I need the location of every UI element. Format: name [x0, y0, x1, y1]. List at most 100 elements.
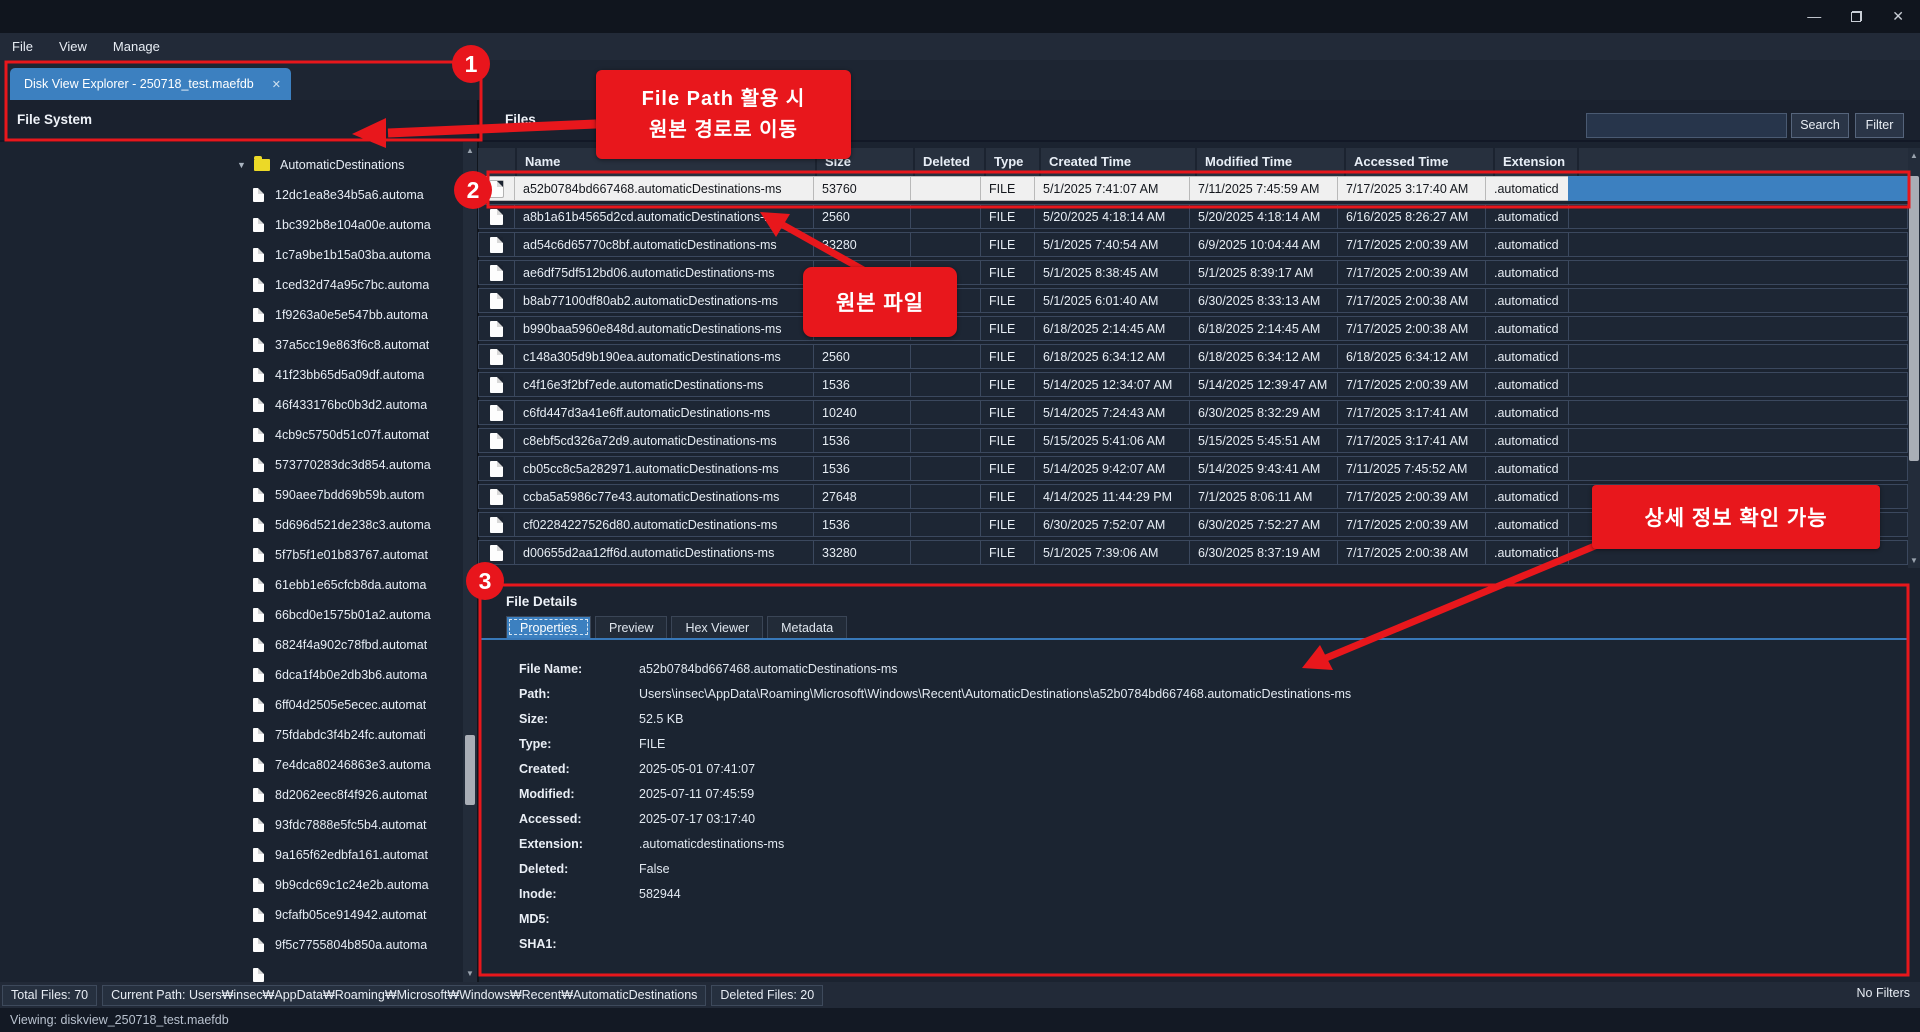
cell-accessed-time: 7/17/2025 2:00:39 AM — [1337, 484, 1486, 509]
menu-item-manage[interactable]: Manage — [113, 39, 160, 54]
tree-file-item[interactable]: 41f23bb65d5a09df.automa — [0, 360, 463, 390]
table-row[interactable]: b990baa5960e848d.automaticDestinations-m… — [478, 316, 1908, 341]
tree-file-item[interactable]: 1bc392b8e104a00e.automa — [0, 210, 463, 240]
callout-line: 원본 경로로 이동 — [649, 115, 798, 146]
table-row[interactable]: ae6df75df512bd06.automaticDestinations-m… — [478, 260, 1908, 285]
property-label: Inode: — [519, 887, 639, 901]
scroll-down-icon[interactable]: ▼ — [463, 969, 477, 978]
cell-accessed-time: 7/17/2025 3:17:41 AM — [1337, 428, 1486, 453]
tree-file-item[interactable]: 9cfafb05ce914942.automat — [0, 900, 463, 930]
tree-file-item[interactable]: 6824f4a902c78fbd.automat — [0, 630, 463, 660]
cell-name: a8b1a61b4565d2cd.automaticDestinations-m… — [514, 204, 814, 229]
tree-file-item[interactable]: 1c7a9be1b15a03ba.automa — [0, 240, 463, 270]
table-row[interactable]: ad54c6d65770c8bf.automaticDestinations-m… — [478, 232, 1908, 257]
column-header-type[interactable]: Type — [984, 148, 1039, 176]
scroll-down-icon[interactable]: ▼ — [1908, 556, 1920, 565]
status-segment: Total Files: 70 — [2, 985, 97, 1006]
window-controls: — ✕ — [1807, 0, 1920, 33]
status-bar: Total Files: 70Current Path: Users₩insec… — [0, 982, 1920, 1008]
tree-folder-row[interactable]: ▼ AutomaticDestinations — [0, 150, 463, 180]
details-tab-metadata[interactable]: Metadata — [767, 616, 847, 638]
tree-file-item[interactable]: 7e4dca80246863e3.automa — [0, 750, 463, 780]
cell-name: ad54c6d65770c8bf.automaticDestinations-m… — [514, 232, 814, 257]
tree-file-item[interactable]: 46f433176bc0b3d2.automa — [0, 390, 463, 420]
tree-file-item[interactable]: 6ff04d2505e5ecec.automat — [0, 690, 463, 720]
tree-scrollbar-thumb[interactable] — [465, 735, 475, 805]
column-header-modified-time[interactable]: Modified Time — [1195, 148, 1344, 176]
tree-file-label: 1bc392b8e104a00e.automa — [275, 218, 431, 232]
tree-file-item[interactable]: 5d696d521de238c3.automa — [0, 510, 463, 540]
tree-file-item[interactable]: 61ebb1e65cfcb8da.automa — [0, 570, 463, 600]
tree-file-label: 75fdabdc3f4b24fc.automati — [275, 728, 426, 742]
cell-created-time: 6/30/2025 7:52:07 AM — [1034, 512, 1190, 537]
table-row[interactable]: a8b1a61b4565d2cd.automaticDestinations-m… — [478, 204, 1908, 229]
tree-file-item[interactable]: 37a5cc19e863f6c8.automat — [0, 330, 463, 360]
tree-file-item[interactable]: 590aee7bdd69b59b.autom — [0, 480, 463, 510]
cell-extension: .automaticd — [1485, 204, 1569, 229]
cell-created-time: 4/14/2025 11:44:29 PM — [1034, 484, 1190, 509]
cell-deleted — [910, 484, 981, 509]
tree-file-item[interactable]: 9a165f62edbfa161.automat — [0, 840, 463, 870]
cell-modified-time: 5/14/2025 9:43:41 AM — [1189, 456, 1338, 481]
property-row: Modified: 2025-07-11 07:45:59 — [519, 781, 1908, 806]
tree-file-item[interactable]: 6dca1f4b0e2db3b6.automa — [0, 660, 463, 690]
cell-icon — [478, 512, 515, 537]
tree-file-item[interactable]: 75fdabdc3f4b24fc.automati — [0, 720, 463, 750]
minimize-icon[interactable]: — — [1807, 0, 1821, 33]
column-header-deleted[interactable]: Deleted — [913, 148, 984, 176]
cell-name: c148a305d9b190ea.automaticDestinations-m… — [514, 344, 814, 369]
tab-disk-view-explorer[interactable]: Disk View Explorer - 250718_test.maefdb … — [10, 68, 291, 100]
cell-size: 1536 — [813, 512, 911, 537]
file-icon — [253, 548, 264, 562]
tab-close-icon[interactable]: ✕ — [272, 78, 281, 91]
table-row[interactable]: c8ebf5cd326a72d9.automaticDestinations-m… — [478, 428, 1908, 453]
filter-button[interactable]: Filter — [1855, 113, 1904, 138]
cell-icon — [478, 316, 515, 341]
close-icon[interactable]: ✕ — [1892, 0, 1904, 33]
property-value: 2025-05-01 07:41:07 — [639, 762, 755, 776]
table-row[interactable]: c148a305d9b190ea.automaticDestinations-m… — [478, 344, 1908, 369]
tree-file-item[interactable]: 8d2062eec8f4f926.automat — [0, 780, 463, 810]
tree-scrollbar[interactable]: ▲ ▼ — [463, 142, 477, 982]
table-scrollbar[interactable]: ▲ ▼ — [1908, 148, 1920, 568]
cell-extension: .automaticd — [1485, 176, 1569, 201]
menu-item-file[interactable]: File — [12, 39, 33, 54]
property-label: Path: — [519, 687, 639, 701]
search-button[interactable]: Search — [1791, 113, 1849, 138]
column-header-accessed-time[interactable]: Accessed Time — [1344, 148, 1493, 176]
cell-icon — [478, 260, 515, 285]
search-input[interactable] — [1586, 113, 1787, 138]
column-header-created-time[interactable]: Created Time — [1039, 148, 1195, 176]
tree-file-item[interactable]: 66bcd0e1575b01a2.automa — [0, 600, 463, 630]
table-row[interactable]: cb05cc8c5a282971.automaticDestinations-m… — [478, 456, 1908, 481]
column-header-extension[interactable]: Extension — [1493, 148, 1577, 176]
cell-modified-time: 6/9/2025 10:04:44 AM — [1189, 232, 1338, 257]
details-tab-preview[interactable]: Preview — [595, 616, 667, 638]
table-row[interactable]: a52b0784bd667468.automaticDestinations-m… — [478, 176, 1908, 201]
tree-file-item[interactable]: 1ced32d74a95c7bc.automa — [0, 270, 463, 300]
scroll-up-icon[interactable]: ▲ — [1908, 151, 1920, 160]
file-icon — [253, 428, 264, 442]
tree-file-item[interactable]: 9b9cdc69c1c24e2b.automa — [0, 870, 463, 900]
table-row[interactable]: b8ab77100df80ab2.automaticDestinations-m… — [478, 288, 1908, 313]
tree-file-item[interactable]: 12dc1ea8e34b5a6.automa — [0, 180, 463, 210]
tree-file-item[interactable]: 93fdc7888e5fc5b4.automat — [0, 810, 463, 840]
menu-item-view[interactable]: View — [59, 39, 87, 54]
table-scrollbar-thumb[interactable] — [1909, 176, 1919, 461]
cell-type: FILE — [980, 176, 1035, 201]
table-row[interactable]: c6fd447d3a41e6ff.automaticDestinations-m… — [478, 400, 1908, 425]
tree-file-item[interactable]: 9f5c7755804b850a.automa — [0, 930, 463, 960]
tree-file-item[interactable]: 4cb9c5750d51c07f.automat — [0, 420, 463, 450]
details-tab-hex-viewer[interactable]: Hex Viewer — [671, 616, 763, 638]
tree-file-item[interactable] — [0, 960, 463, 982]
cell-icon — [478, 456, 515, 481]
restore-icon[interactable] — [1851, 11, 1862, 22]
tree-file-item[interactable]: 1f9263a0e5e547bb.automa — [0, 300, 463, 330]
scroll-up-icon[interactable]: ▲ — [463, 146, 477, 155]
details-tab-properties[interactable]: Properties — [506, 616, 591, 638]
property-label: Created: — [519, 762, 639, 776]
tree-file-item[interactable]: 5f7b5f1e01b83767.automat — [0, 540, 463, 570]
tree-file-item[interactable]: 573770283dc3d854.automa — [0, 450, 463, 480]
chevron-down-icon[interactable]: ▼ — [237, 160, 254, 170]
table-row[interactable]: c4f16e3f2bf7ede.automaticDestinations-ms… — [478, 372, 1908, 397]
